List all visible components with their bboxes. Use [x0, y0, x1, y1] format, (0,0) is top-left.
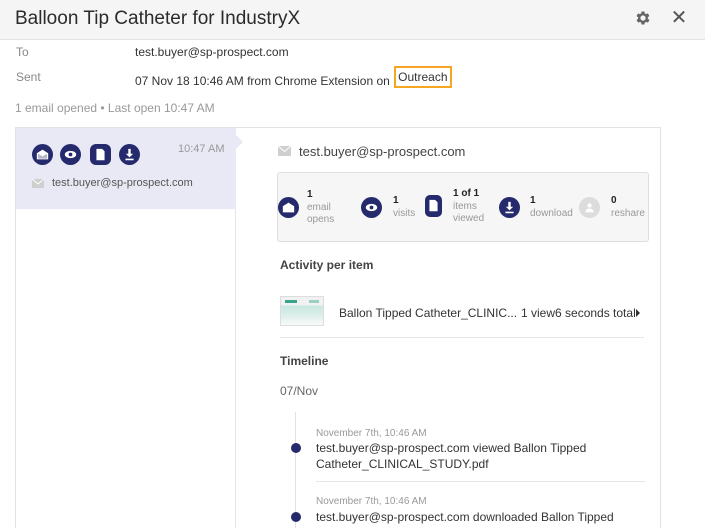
stat-label: email opens [307, 202, 335, 225]
event-text: test.buyer@sp-prospect.com viewed Ballon… [316, 441, 587, 471]
mail-icon [32, 179, 44, 188]
event-divider [316, 481, 645, 482]
thread-item[interactable]: 10:47 AM test.buyer@sp-prospect.com [16, 128, 236, 209]
download-icon [119, 144, 140, 165]
divider [280, 337, 644, 338]
stats-box: 1 email opens 1 visits 1 of 1 items view… [277, 172, 649, 242]
timeline-dot [291, 512, 301, 522]
recipient-email: test.buyer@sp-prospect.com [299, 144, 466, 159]
timeline-date: 07/Nov [280, 384, 319, 398]
mail-icon [278, 146, 291, 156]
thread-email: test.buyer@sp-prospect.com [52, 177, 193, 189]
stat-label: download [530, 208, 573, 219]
to-label: To [16, 45, 29, 59]
stat-label: items viewed [453, 201, 485, 224]
sent-text: 07 Nov 18 10:46 AM from Chrome Extension… [135, 74, 390, 88]
document-icon [425, 195, 442, 217]
timeline-dot [291, 443, 301, 453]
envelope-open-icon [32, 144, 53, 165]
timeline-heading: Timeline [280, 354, 329, 368]
event-time: November 7th, 10:46 AM [316, 496, 427, 507]
open-summary: 1 email opened • Last open 10:47 AM [15, 101, 215, 115]
document-icon [90, 144, 111, 165]
timeline-line [295, 412, 296, 528]
caret-right-icon[interactable] [636, 309, 640, 317]
event-text: test.buyer@sp-prospect.com downloaded Ba… [316, 510, 614, 528]
sent-value: 07 Nov 18 10:46 AM from Chrome Extension… [135, 66, 452, 88]
window-title: Balloon Tip Catheter for IndustryX [15, 8, 301, 29]
stat-label: visits [393, 208, 416, 219]
stat-label: reshare [611, 208, 645, 219]
sent-label: Sent [16, 70, 41, 84]
thread-time: 10:47 AM [178, 143, 225, 155]
tracking-panel: 10:47 AM test.buyer@sp-prospect.com test… [15, 127, 661, 528]
stat-number: 1 [307, 189, 313, 200]
selected-pointer [235, 134, 243, 150]
envelope-open-icon [278, 197, 299, 218]
to-value: test.buyer@sp-prospect.com [135, 45, 289, 59]
activity-heading: Activity per item [280, 258, 374, 272]
event-time: November 7th, 10:46 AM [316, 428, 427, 439]
sent-source-link[interactable]: Outreach [394, 66, 452, 88]
close-icon[interactable]: ✕ [670, 6, 688, 30]
item-stats: 1 view6 seconds total [521, 306, 636, 320]
item-name[interactable]: Ballon Tipped Catheter_CLINIC... [339, 306, 517, 320]
eye-icon [60, 144, 81, 165]
gear-icon[interactable] [634, 9, 652, 27]
stat-number: 1 of 1 [453, 188, 480, 199]
document-thumbnail[interactable] [280, 296, 324, 326]
thread-list: 10:47 AM test.buyer@sp-prospect.com [16, 128, 243, 528]
reshare-icon [579, 197, 600, 218]
stat-number: 1 [530, 195, 536, 206]
title-bar: Balloon Tip Catheter for IndustryX ✕ [0, 0, 705, 40]
eye-icon [361, 197, 382, 218]
stat-number: 1 [393, 195, 399, 206]
download-icon [499, 197, 520, 218]
stat-number: 0 [611, 195, 617, 206]
